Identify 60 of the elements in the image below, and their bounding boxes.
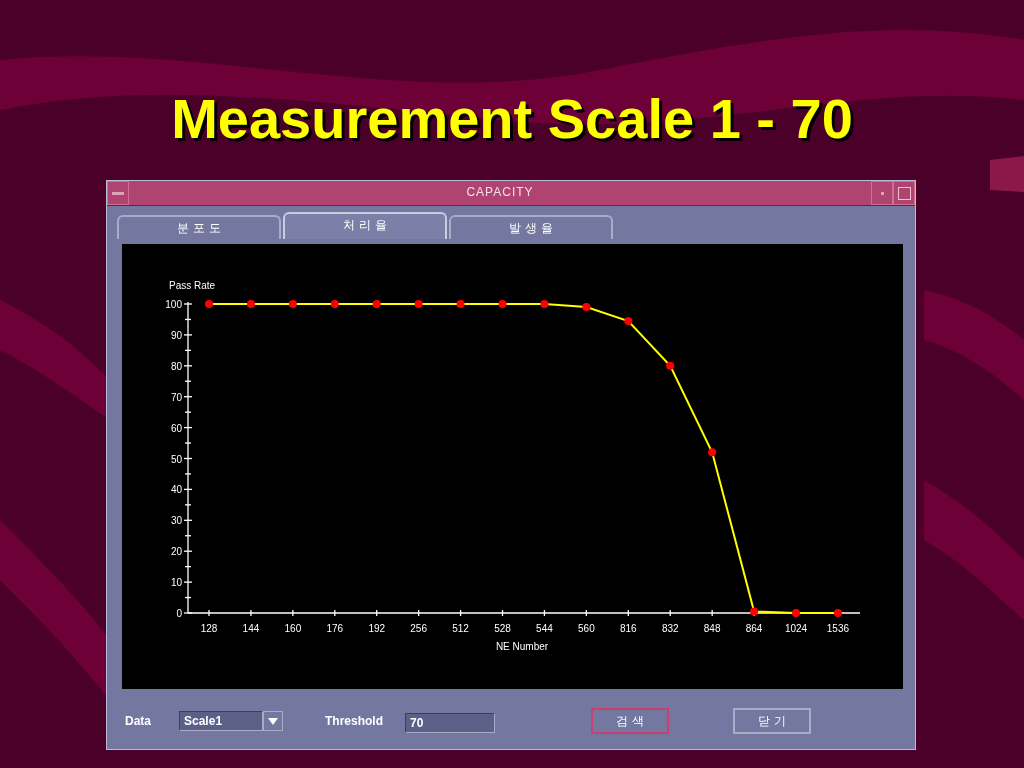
x-tick-label: 832 [661,623,679,634]
search-button[interactable]: 검 색 [591,708,670,734]
data-field[interactable]: Scale1 [179,711,263,731]
y-tick-label: 70 [170,391,182,403]
data-point [205,300,213,308]
x-tick-label: 176 [326,623,344,634]
data-point [498,300,507,308]
data-point [792,609,800,617]
caret-icon [268,717,278,725]
data-point [750,607,759,616]
y-tick-label: 80 [170,360,182,372]
data-point [624,317,633,325]
x-tick-label: 512 [452,623,469,634]
x-tick-label: 864 [745,623,763,634]
x-tick-label: 544 [536,623,553,634]
maximize-button[interactable] [893,181,915,205]
y-tick-label: 90 [170,329,182,341]
tab[interactable]: 분 포 도 [117,215,281,239]
x-tick-label: 144 [242,623,260,634]
data-point [456,300,465,308]
data-point [246,300,255,308]
x-tick-label: 1024 [784,623,808,634]
threshold-field[interactable]: 70 [405,713,496,733]
tab[interactable]: 발 생 율 [449,215,613,239]
dropdown-button[interactable] [263,711,283,731]
data-point [288,300,297,308]
y-tick-label: 0 [176,608,182,619]
data-point [708,448,717,457]
y-tick-label: 100 [165,299,182,310]
x-tick-label: 128 [200,623,218,634]
x-tick-label: 528 [494,623,511,634]
x-tick-label: 192 [368,623,386,634]
data-point [540,300,549,308]
threshold-label: Threshold [325,714,384,728]
close-button[interactable]: 닫 기 [733,708,812,734]
data-point [666,361,675,370]
x-tick-label: 848 [703,623,721,634]
y-tick-label: 20 [170,546,182,558]
x-axis-title: NE Number [495,641,549,652]
y-axis-title: Pass Rate [169,280,216,291]
data-point [372,300,381,308]
tab[interactable]: 처 리 율 [283,212,447,239]
window-menu-button[interactable] [107,181,129,205]
data-label: Data [125,714,151,728]
y-tick-label: 40 [170,484,182,496]
data-point [833,609,842,617]
x-tick-label: 1536 [826,623,850,634]
x-tick-label: 560 [578,623,595,634]
y-tick-label: 50 [170,453,182,465]
x-tick-label: 256 [410,623,427,634]
y-tick-label: 10 [170,577,182,589]
y-tick-label: 60 [170,422,182,434]
data-point [582,303,591,312]
x-tick-label: 160 [284,623,302,634]
window-title: CAPACITY [465,184,535,201]
data-point [414,300,423,308]
y-tick-label: 30 [170,515,182,527]
data-point [330,300,339,308]
slide-title: Measurement Scale 1 - 70 [171,86,853,152]
x-tick-label: 816 [619,623,637,634]
